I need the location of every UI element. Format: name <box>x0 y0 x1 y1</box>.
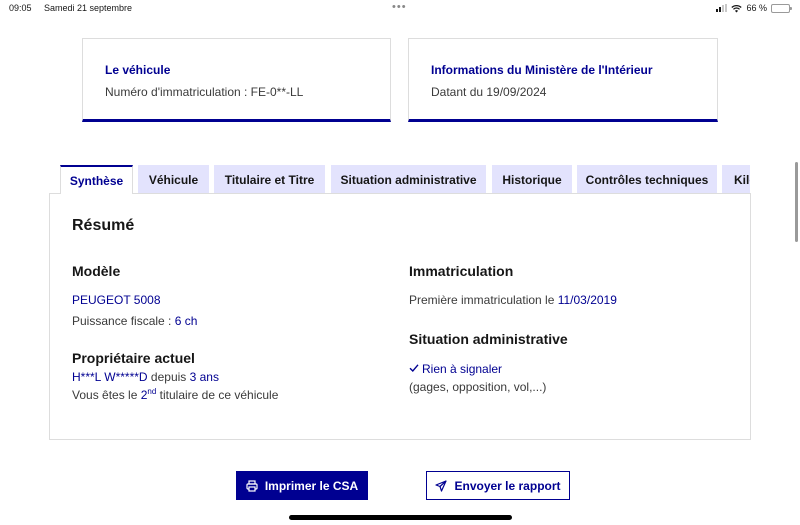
send-icon <box>435 479 448 492</box>
status-time: 09:05 <box>9 3 32 13</box>
model-heading: Modèle <box>72 263 121 279</box>
summary-title: Résumé <box>72 217 135 234</box>
owner-heading: Propriétaire actuel <box>72 350 195 366</box>
owner-rank-prefix: Vous êtes le <box>72 388 141 402</box>
ministry-card[interactable]: Informations du Ministère de l'Intérieur… <box>408 38 718 122</box>
first-registration: Première immatriculation le 11/03/2019 <box>409 293 617 307</box>
battery-percent: 66 % <box>746 3 767 13</box>
battery-icon <box>771 3 792 13</box>
printer-icon <box>246 479 258 492</box>
vehicle-card-title: Le véhicule <box>105 63 171 77</box>
first-registration-date: 11/03/2019 <box>557 293 617 307</box>
owner-since-label: depuis <box>147 370 190 384</box>
tab-synthese[interactable]: Synthèse <box>60 165 133 194</box>
multitask-dots-icon[interactable]: ••• <box>392 1 407 13</box>
fiscal-power: Puissance fiscale : 6 ch <box>72 314 197 328</box>
tab-historique[interactable]: Historique <box>492 165 572 194</box>
owner-since-value: 3 ans <box>189 370 219 384</box>
data-date: Datant du 19/09/2024 <box>431 85 547 99</box>
admin-status-note: (gages, opposition, vol,...) <box>409 380 547 394</box>
first-registration-label: Première immatriculation le <box>409 293 558 307</box>
tab-controles-techniques[interactable]: Contrôles techniques <box>577 165 717 194</box>
home-indicator[interactable] <box>289 515 512 520</box>
registration-number: Numéro d'immatriculation : FE-0**-LL <box>105 85 304 99</box>
registration-heading: Immatriculation <box>409 263 514 279</box>
model-name: PEUGEOT 5008 <box>72 293 161 307</box>
admin-status-heading: Situation administrative <box>409 331 568 347</box>
page-scrollbar[interactable] <box>795 162 798 242</box>
status-indicators: 66 % <box>716 3 792 13</box>
admin-status-text: Rien à signaler <box>422 362 503 376</box>
owner-rank-number: 2nd <box>141 387 157 402</box>
owner-rank: Vous êtes le 2nd titulaire de ce véhicul… <box>72 387 278 402</box>
tab-situation-administrative[interactable]: Situation administrative <box>331 165 486 194</box>
tab-vehicule[interactable]: Véhicule <box>138 165 209 194</box>
owner-line: H***L W*****D depuis 3 ans <box>72 370 219 384</box>
fiscal-power-value: 6 ch <box>174 314 198 328</box>
owner-rank-suffix: nd <box>147 387 157 396</box>
status-bar: 09:05 Samedi 21 septembre ••• 66 % <box>0 0 800 18</box>
owner-name: H***L W*****D <box>72 370 148 384</box>
wifi-icon <box>731 4 743 13</box>
fiscal-power-label: Puissance fiscale : <box>72 314 175 328</box>
vehicle-card[interactable]: Le véhicule Numéro d'immatriculation : F… <box>82 38 391 122</box>
checkmark-icon <box>409 364 419 373</box>
tab-bar: Synthèse Véhicule Titulaire et Titre Sit… <box>60 165 750 194</box>
tab-kilometrage[interactable]: Kilo <box>722 165 750 194</box>
admin-status: Rien à signaler <box>409 362 502 376</box>
cellular-signal-icon <box>716 4 728 12</box>
send-report-label: Envoyer le rapport <box>454 478 561 493</box>
status-date: Samedi 21 septembre <box>44 3 133 13</box>
ministry-card-title: Informations du Ministère de l'Intérieur <box>431 63 653 77</box>
send-report-button[interactable]: Envoyer le rapport <box>426 471 570 500</box>
print-csa-button[interactable]: Imprimer le CSA <box>236 471 368 500</box>
owner-rank-end: titulaire de ce véhicule <box>156 388 279 402</box>
tab-titulaire-et-titre[interactable]: Titulaire et Titre <box>214 165 325 194</box>
print-csa-label: Imprimer le CSA <box>264 478 359 493</box>
